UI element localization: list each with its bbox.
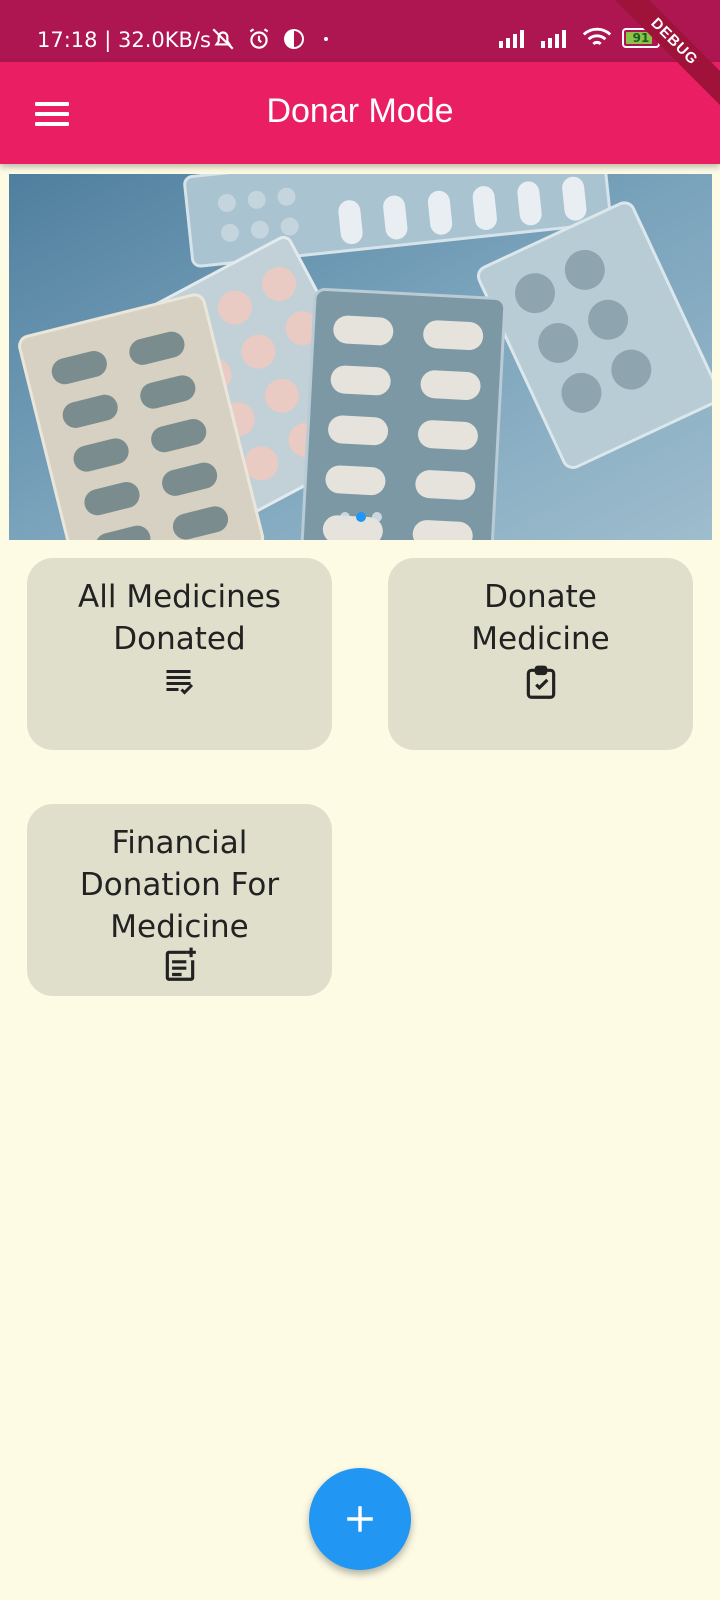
status-bar: 17:18 | 32.0KB/s 91 (0, 0, 720, 62)
card-label: Donate Medicine (471, 579, 610, 657)
medicine-pills-image (9, 174, 712, 540)
battery-level: 91 (632, 31, 650, 45)
mute-bell-icon (212, 28, 234, 50)
page-title: Donar Mode (266, 92, 454, 130)
note-add-icon (165, 947, 196, 981)
status-time-speed: 17:18 | 32.0KB/s (37, 28, 211, 52)
app-notification-icon (284, 29, 304, 49)
carousel-dot[interactable] (371, 512, 382, 522)
financial-donation-card[interactable]: Financial Donation For Medicine (27, 804, 332, 996)
status-time: 17:18 (37, 28, 98, 52)
status-right-icons: 91 (498, 26, 664, 50)
plus-icon (347, 1506, 373, 1532)
dot-icon (324, 37, 328, 41)
image-carousel[interactable] (9, 174, 712, 540)
wifi-icon (582, 27, 612, 46)
alarm-icon (249, 28, 269, 49)
add-button[interactable] (309, 1468, 411, 1570)
network-speed: 32.0KB/s (117, 28, 211, 52)
donate-medicine-card[interactable]: Donate Medicine (388, 558, 693, 750)
carousel-dot[interactable] (339, 512, 350, 522)
clipboard-check-icon (526, 665, 555, 699)
carousel-dot-active[interactable] (355, 512, 366, 522)
carousel-indicator (9, 512, 712, 522)
app-bar: Donar Mode (0, 62, 720, 164)
card-label: All Medicines Donated (78, 579, 281, 657)
card-label: Financial Donation For Medicine (79, 825, 280, 945)
signal-icon (499, 30, 524, 48)
all-medicines-donated-card[interactable]: All Medicines Donated (27, 558, 332, 750)
status-left-icons (210, 26, 336, 52)
list-check-icon (166, 670, 193, 695)
signal-icon-2 (541, 30, 566, 48)
